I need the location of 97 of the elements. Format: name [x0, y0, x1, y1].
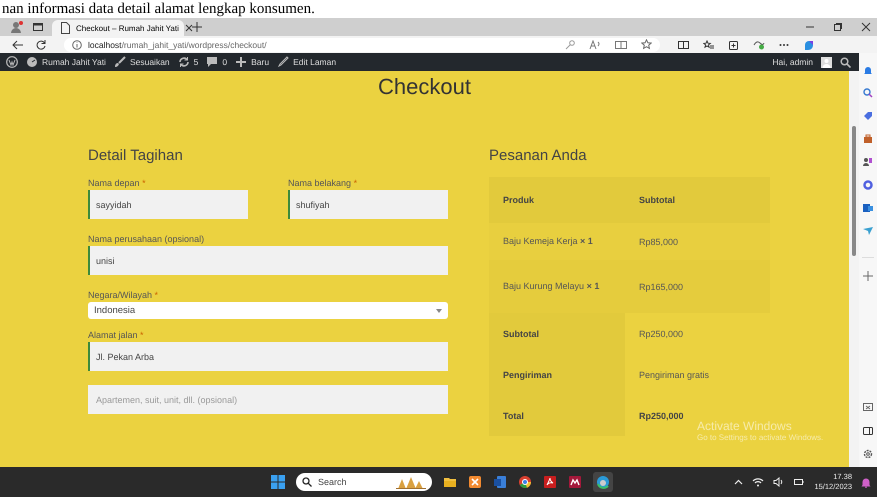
refresh-icon [178, 56, 190, 68]
input-field[interactable]: shufiyah [288, 190, 448, 219]
brush-icon [114, 56, 126, 68]
people-icon[interactable] [863, 157, 873, 167]
pdf-icon[interactable] [543, 475, 557, 489]
mail-icon[interactable] [863, 203, 873, 213]
activation-title: Activate Windows [697, 419, 793, 433]
chrome-icon[interactable] [518, 475, 532, 489]
plus-icon [235, 56, 248, 68]
account-link[interactable]: Hai, admin [772, 57, 813, 67]
product-cell: Baju Kurung Melayu × 1 [489, 260, 625, 313]
total-value: Rp250,000 [639, 328, 684, 338]
word-icon[interactable] [493, 475, 507, 489]
admin-bar-link[interactable]: Edit Laman [277, 56, 336, 68]
search-icon[interactable] [863, 88, 873, 98]
wordpress-icon[interactable] [6, 56, 18, 68]
refresh-icon[interactable] [36, 40, 46, 50]
total-value: Pengiriman gratis [639, 370, 710, 380]
plane-icon[interactable] [863, 226, 873, 236]
input-field[interactable]: Jl. Pekan Arba [88, 342, 448, 371]
settings-icon[interactable] [863, 449, 873, 459]
sidebar-icon[interactable] [863, 426, 873, 436]
more-icon[interactable] [779, 42, 789, 46]
info-icon [72, 40, 82, 50]
ring-icon[interactable] [863, 180, 873, 190]
search-icon[interactable] [840, 56, 851, 68]
plus-icon[interactable] [863, 271, 873, 281]
address-field[interactable]: localhost/rumah_jahit_yati/wordpress/checkout/ [64, 38, 660, 52]
search-icon [302, 477, 312, 487]
chevron-up-icon[interactable] [734, 479, 744, 485]
admin-bar-link[interactable]: 5 [178, 56, 198, 68]
activation-message: Go to Settings to activate Windows. [697, 433, 824, 442]
pencil-icon [277, 56, 290, 68]
url-text: localhost/rumah_jahit_yati/wordpress/checkout/ [88, 40, 267, 50]
tag-icon[interactable] [863, 111, 873, 121]
section-heading: Pesanan Anda [489, 147, 588, 165]
speaker-icon[interactable] [773, 477, 784, 487]
table-cell: Subtotal [489, 313, 625, 354]
read-aloud-icon[interactable] [589, 40, 601, 50]
favorites-icon[interactable] [703, 40, 714, 50]
field-label: Nama depan * [88, 177, 147, 189]
new-tab-icon[interactable] [192, 22, 202, 32]
admin-bar-link[interactable]: 0 [206, 56, 228, 68]
table-cell: Rp85,000 [625, 223, 770, 260]
admin-bar-link[interactable]: Rumah Jahit Yati [26, 56, 106, 68]
column-header: Produk [489, 177, 625, 223]
scrollbar[interactable] [849, 71, 859, 467]
temple-icon [396, 475, 426, 489]
collections-icon[interactable] [728, 39, 739, 50]
search-field[interactable]: Search [296, 473, 432, 491]
battery-icon[interactable] [793, 477, 806, 487]
column-header: Subtotal [625, 177, 770, 223]
briefcase-icon[interactable] [863, 134, 873, 144]
restore-icon[interactable] [833, 22, 843, 32]
edge-icon[interactable] [593, 472, 613, 492]
close-icon[interactable] [184, 24, 193, 32]
close-icon[interactable] [861, 22, 871, 32]
tab-actions-icon[interactable] [32, 21, 44, 33]
back-icon[interactable] [12, 40, 24, 50]
bell-icon[interactable] [861, 476, 871, 488]
xampp-icon[interactable] [468, 475, 482, 489]
wifi-icon[interactable] [752, 477, 764, 487]
reader-icon[interactable] [615, 40, 627, 50]
extension-icon[interactable] [753, 39, 765, 50]
section-heading: Detail Tagihan [88, 147, 184, 165]
gauge-icon [26, 56, 38, 68]
dropdown-arrow-icon [436, 308, 442, 312]
admin-bar-link[interactable]: Sesuaikan [114, 56, 170, 68]
windows-icon[interactable] [271, 475, 285, 489]
total-value: Rp250,000 [639, 410, 684, 420]
bell-icon[interactable] [863, 65, 873, 75]
product-cell: Baju Kemeja Kerja × 1 [489, 223, 625, 260]
screen-icon[interactable] [863, 403, 873, 413]
input-field[interactable]: Apartemen, suit, unit, dll. (opsional) [88, 385, 448, 414]
split-screen-icon[interactable] [678, 40, 689, 50]
country-select[interactable]: Indonesia [88, 302, 448, 319]
page-title: Checkout [377, 73, 472, 101]
table-cell: Total [489, 395, 625, 436]
tab-title: Checkout – Rumah Jahit Yati [76, 24, 179, 32]
mendeley-icon[interactable] [568, 475, 582, 489]
table-cell: Pengiriman [489, 354, 625, 395]
table-cell: Rp165,000 [625, 260, 770, 313]
input-field[interactable]: unisi [88, 246, 448, 275]
admin-bar-link[interactable]: Baru [235, 56, 270, 68]
page-icon [60, 22, 70, 34]
star-icon[interactable] [641, 39, 652, 50]
field-label: Nama perusahaan (opsional) [88, 233, 206, 245]
field-label: Alamat jalan * [88, 329, 145, 341]
comment-icon [206, 56, 218, 68]
profile-icon[interactable] [10, 20, 24, 34]
field-label: Negara/Wilayah * [88, 289, 160, 301]
folder-icon[interactable] [443, 475, 457, 489]
field-label: Nama belakang * [288, 177, 358, 189]
copilot-icon[interactable] [803, 38, 815, 50]
document-text: nan informasi data detail alamat lengkap konsumen. [1, 0, 316, 18]
avatar-icon [821, 56, 832, 68]
input-field[interactable]: sayyidah [88, 190, 248, 219]
